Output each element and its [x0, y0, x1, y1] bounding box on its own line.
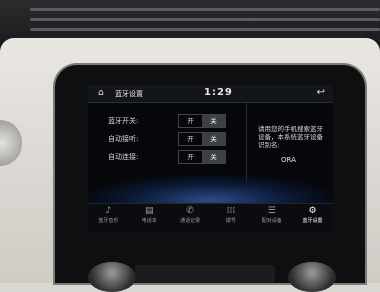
setting-row-bluetooth-switch: 蓝牙开关: 开 关	[96, 111, 246, 129]
nav-label: 拨号	[225, 218, 236, 224]
nav-phonebook[interactable]: ▤ 电话本	[129, 204, 170, 232]
infotainment-screen: ⌂ 蓝牙设置 1:29 ↩ 蓝牙开关: 开 关 自动接听: 开 关 自动连接: …	[88, 85, 333, 232]
air-vent-slat	[30, 8, 380, 11]
toggle-on-option[interactable]: 开	[179, 115, 202, 127]
bluetooth-switch-toggle[interactable]: 开 关	[178, 114, 226, 128]
physical-button-row[interactable]	[135, 265, 275, 283]
air-vent-slat	[30, 18, 380, 21]
device-name: ORA	[281, 156, 296, 164]
background-glow	[88, 175, 333, 203]
toggle-off-option[interactable]: 关	[202, 151, 225, 163]
home-icon[interactable]: ⌂	[98, 88, 104, 98]
setting-row-auto-answer: 自动接听: 开 关	[96, 129, 246, 147]
nav-paired-devices[interactable]: ☰ 配对设备	[251, 204, 292, 232]
pairing-instructions: 请用您的手机搜索蓝牙设备，本系统蓝牙设备识别名:	[258, 125, 323, 149]
toggle-off-option[interactable]: 关	[202, 133, 225, 145]
right-tuning-knob[interactable]	[288, 262, 336, 292]
nav-label: 蓝牙设置	[302, 218, 323, 224]
nav-dialpad[interactable]: ⁞⁞⁞ 拨号	[210, 204, 251, 232]
setting-row-auto-connect: 自动连接: 开 关	[96, 147, 246, 165]
auto-answer-toggle[interactable]: 开 关	[178, 132, 226, 146]
nav-bluetooth-settings[interactable]: ⚙ 蓝牙设置	[292, 204, 333, 232]
nav-label: 配对设备	[261, 218, 282, 224]
air-vent-slat	[30, 28, 380, 31]
back-icon[interactable]: ↩	[317, 87, 325, 98]
setting-label: 蓝牙开关:	[108, 117, 139, 125]
toggle-on-option[interactable]: 开	[179, 133, 202, 145]
nav-label: 蓝牙音乐	[98, 218, 119, 224]
paired-devices-icon: ☰	[267, 206, 276, 216]
gear-icon: ⚙	[308, 206, 317, 216]
bluetooth-settings-list: 蓝牙开关: 开 关 自动接听: 开 关 自动连接: 开 关	[96, 111, 246, 165]
dialpad-icon: ⁞⁞⁞	[226, 206, 236, 216]
toggle-on-option[interactable]: 开	[179, 151, 202, 163]
nav-label: 电话本	[141, 218, 157, 224]
status-bar: ⌂ 蓝牙设置 1:29 ↩	[88, 85, 333, 103]
left-volume-knob[interactable]	[88, 262, 136, 292]
call-log-icon: ✆	[186, 206, 194, 216]
music-note-icon: ♪	[105, 206, 112, 216]
toggle-off-option[interactable]: 关	[202, 115, 225, 127]
page-title: 蓝牙设置	[115, 90, 143, 98]
nav-call-log[interactable]: ✆ 通话记录	[170, 204, 211, 232]
setting-label: 自动连接:	[108, 153, 139, 161]
clock: 1:29	[204, 87, 233, 98]
nav-label: 通话记录	[180, 218, 201, 224]
setting-label: 自动接听:	[108, 135, 139, 143]
bottom-nav: ♪ 蓝牙音乐 ▤ 电话本 ✆ 通话记录 ⁞⁞⁞ 拨号 ☰ 配对设备 ⚙ 蓝牙设置	[88, 203, 333, 232]
auto-connect-toggle[interactable]: 开 关	[178, 150, 226, 164]
nav-bluetooth-music[interactable]: ♪ 蓝牙音乐	[88, 204, 129, 232]
phonebook-icon: ▤	[144, 206, 154, 216]
